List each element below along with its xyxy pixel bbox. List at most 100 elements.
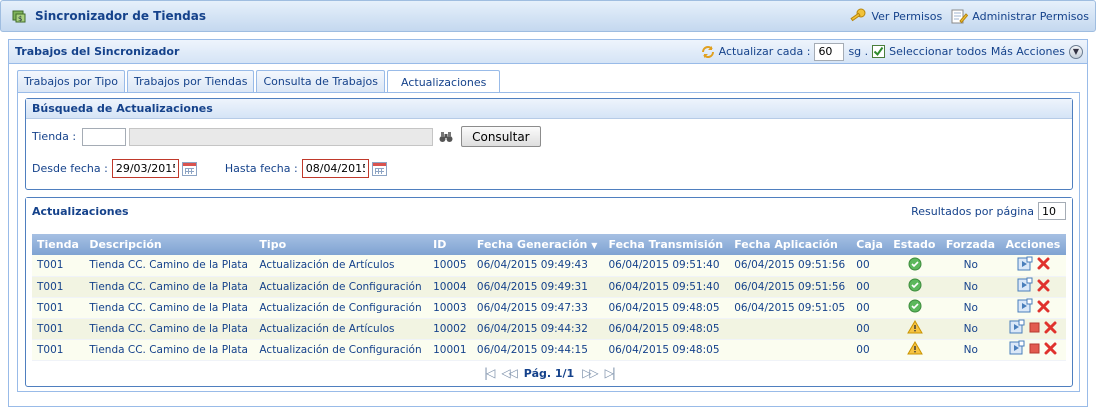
refresh-label: Actualizar cada :: [718, 45, 811, 58]
cell-forzada: No: [940, 276, 1001, 298]
select-all-checkbox[interactable]: [872, 45, 886, 58]
last-page-icon[interactable]: ▷|: [605, 366, 616, 380]
view-details-icon[interactable]: [1009, 319, 1025, 338]
more-actions-label[interactable]: Más Acciones: [991, 45, 1065, 58]
col-fecha-aplicacion[interactable]: Fecha Aplicación: [729, 234, 852, 255]
status-warning-icon: [906, 341, 923, 358]
col-id[interactable]: ID: [428, 234, 472, 255]
date-row: Desde fecha : Hasta fecha :: [32, 159, 387, 178]
cell-id: 10001: [428, 339, 472, 361]
col-fecha-generacion[interactable]: Fecha Generación ▼: [471, 234, 604, 255]
tab-trabajos-por-tipo[interactable]: Trabajos por Tipo: [17, 70, 125, 92]
cell-descripcion: Tienda CC. Camino de la Plata: [84, 276, 255, 298]
status-warning-icon: [906, 320, 923, 337]
select-all-label[interactable]: Seleccionar todos: [889, 45, 987, 58]
cell-acciones: [1000, 339, 1066, 361]
cell-estado: [888, 318, 941, 340]
col-fecha-transmision[interactable]: Fecha Transmisión: [603, 234, 730, 255]
page-indicator: Pág. 1/1: [523, 366, 575, 380]
cell-acciones: [1000, 297, 1066, 319]
first-page-icon[interactable]: |◁: [484, 366, 495, 380]
cell-estado: [888, 255, 941, 277]
delete-icon[interactable]: [1044, 321, 1057, 337]
tab-trabajos-por-tiendas[interactable]: Trabajos por Tiendas: [126, 70, 255, 92]
edit-document-icon[interactable]: [950, 8, 969, 24]
cell-id: 10005: [428, 255, 472, 277]
from-date-label: Desde fecha :: [32, 162, 108, 175]
delete-icon[interactable]: [1037, 300, 1050, 316]
sync-logo-icon: $: [11, 8, 27, 24]
col-forzada[interactable]: Forzada: [940, 234, 1001, 255]
table-row[interactable]: T001 Tienda CC. Camino de la Plata Actuali…: [32, 339, 1066, 361]
consult-button[interactable]: Consultar: [461, 126, 541, 147]
updates-header: Actualizaciones Resultados por página: [26, 198, 1072, 224]
cell-fecha-transmision: 06/04/2015 09:48:05: [603, 297, 730, 319]
delete-icon[interactable]: [1037, 279, 1050, 295]
cell-descripcion: Tienda CC. Camino de la Plata: [84, 255, 255, 277]
cell-tienda: T001: [32, 255, 85, 277]
stop-icon[interactable]: [1029, 343, 1040, 357]
cell-fecha-generacion: 06/04/2015 09:44:15: [471, 339, 604, 361]
tab-consulta-de-trabajos[interactable]: Consulta de Trabajos: [256, 70, 385, 92]
search-fieldset: Búsqueda de Actualizaciones Tienda : Con…: [25, 98, 1073, 190]
prev-page-icon[interactable]: ◁◁: [501, 366, 518, 380]
cell-tienda: T001: [32, 318, 85, 340]
table-row[interactable]: T001 Tienda CC. Camino de la Plata Actuali…: [32, 318, 1066, 340]
view-details-icon[interactable]: [1017, 298, 1033, 317]
calendar-icon[interactable]: [371, 161, 387, 176]
cell-descripcion: Tienda CC. Camino de la Plata: [84, 339, 255, 361]
tab-actualizaciones[interactable]: Actualizaciones: [387, 70, 501, 93]
per-page-input[interactable]: [1038, 202, 1066, 220]
cell-acciones: [1000, 255, 1066, 277]
col-descripcion[interactable]: Descripción: [84, 234, 255, 255]
col-tipo[interactable]: Tipo: [254, 234, 429, 255]
view-details-icon[interactable]: [1017, 277, 1033, 296]
cell-forzada: No: [940, 339, 1001, 361]
tab-content: Búsqueda de Actualizaciones Tienda : Con…: [17, 92, 1080, 392]
cell-id: 10003: [428, 297, 472, 319]
store-name-input: [129, 127, 434, 146]
key-icon[interactable]: [849, 8, 867, 24]
cell-fecha-aplicacion: [729, 318, 852, 340]
from-date-input[interactable]: [111, 159, 179, 178]
updates-table-body: T001 Tienda CC. Camino de la Plata Actuali…: [32, 255, 1066, 361]
table-row[interactable]: T001 Tienda CC. Camino de la Plata Actuali…: [32, 276, 1066, 298]
cell-caja: 00: [851, 255, 889, 277]
cell-estado: [888, 276, 941, 298]
cell-tipo: Actualización de Configuración: [254, 276, 429, 298]
stop-icon[interactable]: [1029, 322, 1040, 336]
cell-estado: [888, 339, 941, 361]
table-row[interactable]: T001 Tienda CC. Camino de la Plata Actuali…: [32, 297, 1066, 319]
app-title: Sincronizador de Tiendas: [35, 9, 206, 23]
delete-icon[interactable]: [1037, 257, 1050, 273]
table-row[interactable]: T001 Tienda CC. Camino de la Plata Actuali…: [32, 255, 1066, 277]
cell-descripcion: Tienda CC. Camino de la Plata: [84, 297, 255, 319]
cell-fecha-aplicacion: 06/04/2015 09:51:56: [729, 255, 852, 277]
chevron-down-icon[interactable]: ▼: [1069, 44, 1083, 59]
cell-forzada: No: [940, 255, 1001, 277]
cell-fecha-generacion: 06/04/2015 09:49:31: [471, 276, 604, 298]
next-page-icon[interactable]: ▷▷: [582, 366, 599, 380]
status-ok-icon: [908, 299, 922, 316]
delete-icon[interactable]: [1044, 342, 1057, 358]
administrar-permisos-link[interactable]: Administrar Permisos: [972, 10, 1089, 23]
store-code-input[interactable]: [82, 127, 127, 146]
ver-permisos-link[interactable]: Ver Permisos: [871, 10, 942, 23]
col-estado[interactable]: Estado: [888, 234, 941, 255]
search-header: Búsqueda de Actualizaciones: [26, 99, 1072, 119]
cell-fecha-transmision: 06/04/2015 09:48:05: [603, 339, 730, 361]
cell-fecha-generacion: 06/04/2015 09:49:43: [471, 255, 604, 277]
col-tienda[interactable]: Tienda: [32, 234, 85, 255]
col-caja[interactable]: Caja: [851, 234, 889, 255]
cell-forzada: No: [940, 297, 1001, 319]
calendar-icon[interactable]: [181, 161, 197, 176]
refresh-interval-input[interactable]: [814, 42, 845, 61]
view-details-icon[interactable]: [1017, 256, 1033, 275]
to-date-input[interactable]: [301, 159, 369, 178]
jobs-panel-header: Trabajos del Sincronizador Actualizar ca…: [9, 40, 1087, 64]
view-details-icon[interactable]: [1009, 340, 1025, 359]
cell-forzada: No: [940, 318, 1001, 340]
binoculars-icon[interactable]: [439, 130, 453, 143]
cell-fecha-transmision: 06/04/2015 09:51:40: [603, 255, 730, 277]
cell-tipo: Actualización de Configuración: [254, 297, 429, 319]
